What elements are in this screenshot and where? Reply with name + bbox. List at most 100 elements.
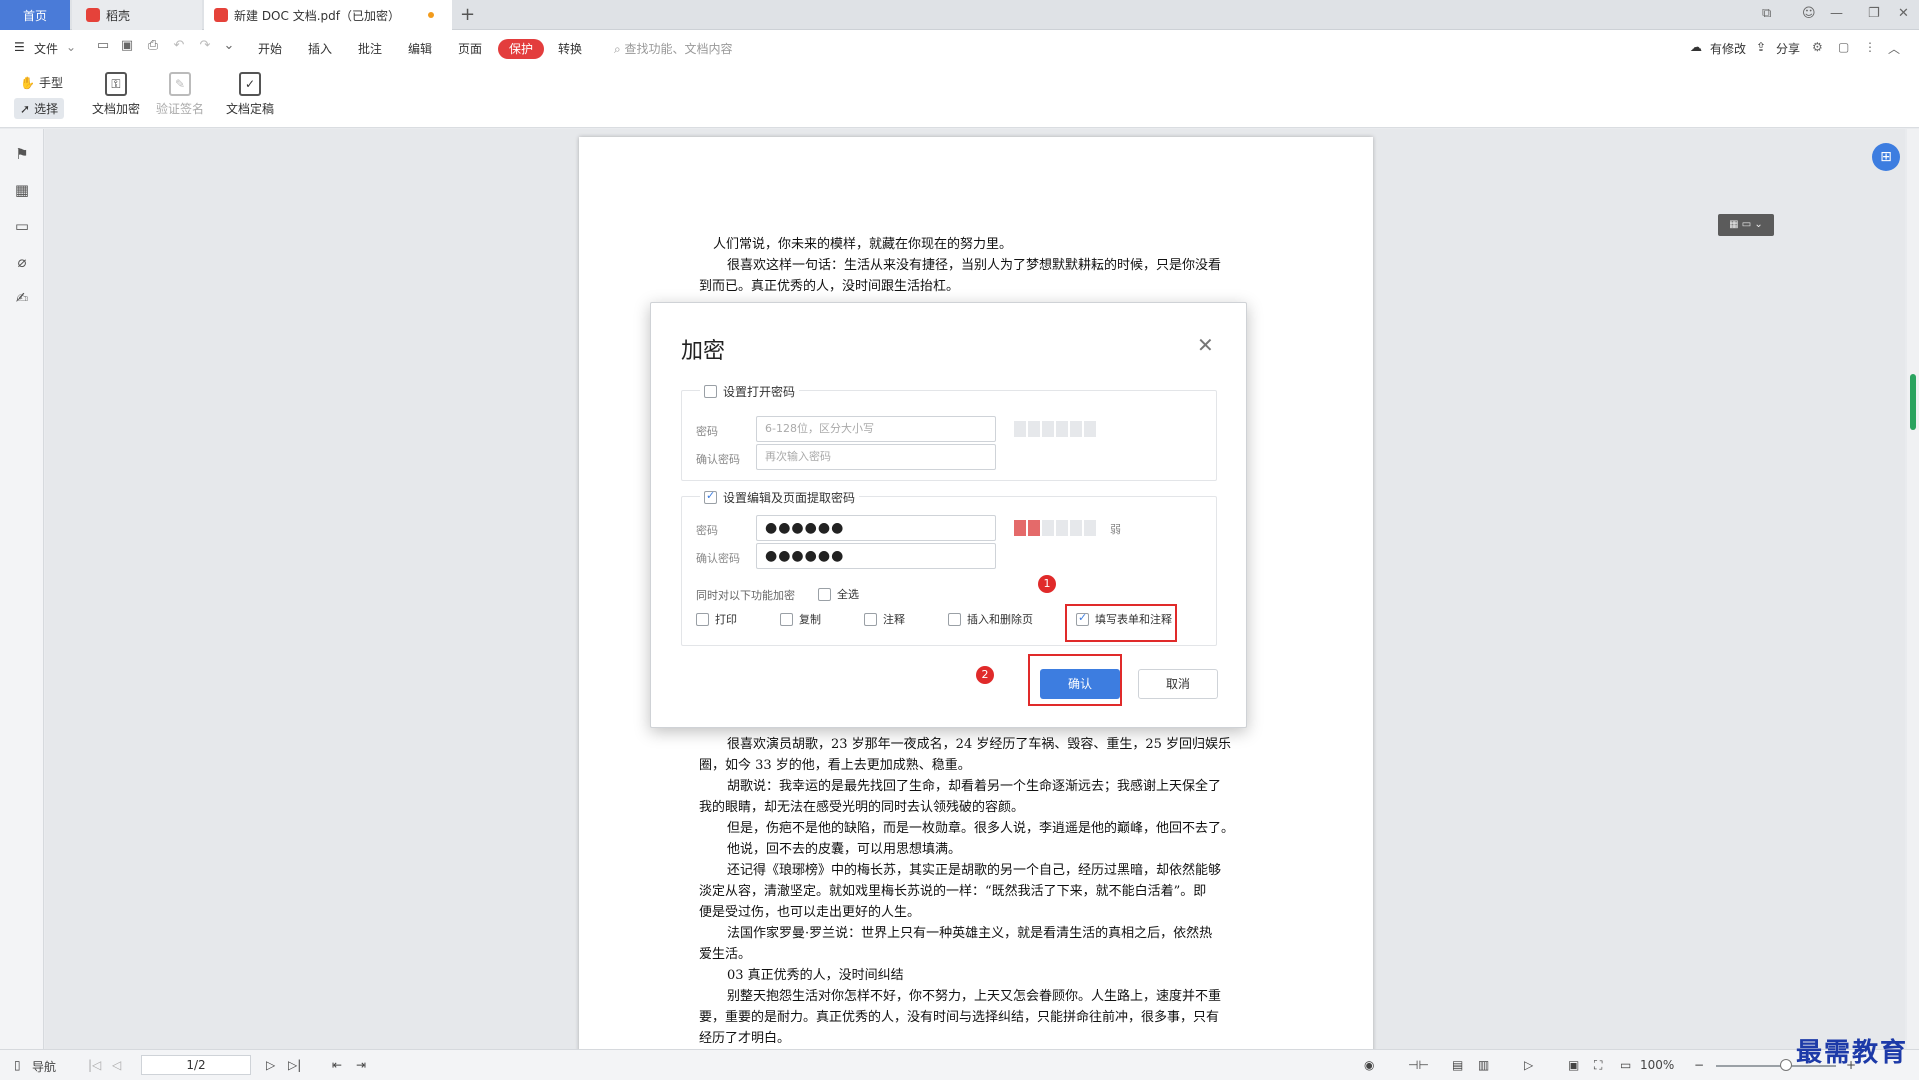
insert-delete-checkbox[interactable] [948, 612, 961, 626]
next-page-icon[interactable]: ▷ [266, 1058, 275, 1072]
open-password-toggle[interactable]: 设置打开密码 [700, 383, 800, 400]
settings-icon[interactable]: ⚙ [1812, 40, 1823, 54]
back-icon[interactable]: ⇤ [332, 1058, 342, 1072]
minimize-icon[interactable]: — [1830, 6, 1843, 21]
actual-size-icon[interactable]: ▣ [1568, 1058, 1579, 1072]
encrypt-document-button[interactable]: ⚿ 文档加密 [86, 72, 146, 117]
share-button[interactable]: 分享 [1776, 40, 1800, 57]
floating-tool-button[interactable]: ⊞ [1872, 143, 1900, 171]
tab-home[interactable]: 首页 [0, 0, 70, 30]
menu-bar: ☰ 文件 ⌄ ▭ ▣ ⎙ ↶ ↷ ⌄ 开始 插入 批注 编辑 页面 保护 转换 … [0, 30, 1919, 66]
tab-protect[interactable]: 保护 [498, 39, 544, 59]
print-icon[interactable]: ⎙ [146, 39, 160, 53]
chevron-down-icon[interactable]: ⌄ [66, 40, 76, 54]
tab-page[interactable]: 页面 [458, 40, 482, 57]
hand-icon: ✋ [20, 75, 35, 90]
tab-insert[interactable]: 插入 [308, 40, 332, 57]
select-label: 选择 [34, 102, 59, 116]
tab-daoke[interactable]: 稻壳 [72, 0, 202, 30]
fit-width-icon[interactable]: ⊣⊢ [1408, 1058, 1429, 1072]
print-checkbox[interactable] [696, 612, 709, 626]
new-tab-button[interactable]: + [460, 4, 475, 25]
copy-checkbox[interactable] [780, 612, 793, 626]
last-page-icon[interactable]: ▷| [288, 1058, 301, 1072]
open-folder-icon[interactable]: ▭ [96, 39, 110, 53]
close-window-icon[interactable]: ✕ [1898, 6, 1909, 21]
vertical-scrollbar[interactable] [1907, 129, 1919, 1049]
save-icon[interactable]: ▣ [120, 39, 134, 53]
undo-icon[interactable]: ↶ [172, 39, 186, 53]
open-password-field[interactable]: 6-128位，区分大小写 [756, 416, 996, 442]
zoom-level[interactable]: 100% [1640, 1058, 1674, 1072]
fit-page-icon[interactable]: ⛶ [1594, 1058, 1602, 1073]
first-page-icon[interactable]: |◁ [88, 1058, 101, 1072]
play-icon[interactable]: ▷ [1524, 1058, 1533, 1072]
tab-edit[interactable]: 编辑 [408, 40, 432, 57]
open-confirm-field[interactable]: 再次输入密码 [756, 444, 996, 470]
forward-icon[interactable]: ⇥ [356, 1058, 366, 1072]
edit-password-checkbox[interactable] [704, 489, 717, 504]
restore-icon[interactable]: ❐ [1868, 6, 1880, 21]
cancel-button[interactable]: 取消 [1138, 669, 1218, 699]
navigation-button[interactable]: 导航 [32, 1058, 56, 1075]
paragraph-line: 他说，回不去的皮囊，可以用思想填满。 [727, 842, 962, 857]
edit-password-field[interactable]: ●●●●●● [756, 515, 996, 541]
close-icon[interactable]: ✕ [1197, 333, 1214, 357]
tab-document[interactable]: 新建 DOC 文档.pdf（已加密） [204, 0, 452, 30]
paragraph-line: 爱生活。 [699, 947, 752, 962]
zoom-icon[interactable]: ▭ [1620, 1058, 1631, 1072]
thumbnail-icon[interactable]: ▦ [13, 181, 31, 199]
paragraph-line: 胡歌说：我幸运的是最先找回了生命，却看着另一个生命逐渐远去；我感谢上天保全了 [727, 779, 1222, 794]
page-number-input[interactable]: 1/2 [141, 1055, 251, 1075]
finalize-document-button[interactable]: ✓ 文档定稿 [220, 72, 280, 117]
redo-icon[interactable]: ↷ [198, 39, 212, 53]
prev-page-icon[interactable]: ◁ [112, 1058, 121, 1072]
edit-confirm-field[interactable]: ●●●●●● [756, 543, 996, 569]
navigation-icon[interactable]: ▯ [14, 1058, 21, 1072]
paragraph-line: 经历了才明白。 [699, 1031, 791, 1046]
bookmark-icon[interactable]: ⚑ [13, 145, 31, 163]
single-page-icon[interactable]: ▤ [1452, 1058, 1463, 1072]
annotate-checkbox[interactable] [864, 612, 877, 626]
option-insert-delete-pages[interactable]: 插入和删除页 [948, 611, 1033, 627]
verify-signature-button[interactable]: ✎ 验证签名 [150, 72, 210, 117]
comment-icon[interactable]: ▭ [13, 217, 31, 235]
tab-comment[interactable]: 批注 [358, 40, 382, 57]
paragraph-line: 还记得《琅琊榜》中的梅长苏，其实正是胡歌的另一个自己，经历过黑暗，却依然能够 [727, 863, 1222, 878]
edit-password-toggle[interactable]: 设置编辑及页面提取密码 [700, 489, 860, 506]
signature-icon[interactable]: ✍ [13, 289, 31, 307]
hand-tool-button[interactable]: ✋ 手型 [14, 72, 69, 93]
paragraph-line: 淡定从容，清澈坚定。就如戏里梅长苏说的一样：“既然我活了下来，就不能白活着”。即 [699, 884, 1207, 899]
option-print[interactable]: 打印 [696, 611, 737, 627]
more-chevron-icon[interactable]: ⌄ [222, 39, 236, 53]
search-input[interactable]: ⌕ 查找功能、文档内容 [614, 40, 733, 57]
more-icon[interactable]: ⋮ [1864, 40, 1876, 54]
avatar[interactable]: ☺ [1802, 6, 1816, 21]
paragraph-line: 到而已。真正优秀的人，没时间跟生活抬杠。 [699, 279, 960, 294]
select-all-checkbox[interactable] [818, 587, 831, 601]
message-icon[interactable]: ▢ [1838, 40, 1849, 54]
double-page-icon[interactable]: ▥ [1478, 1058, 1489, 1072]
paragraph-line: 很喜欢演员胡歌，23 岁那年一夜成名，24 岁经历了车祸、毁容、重生，25 岁回… [727, 737, 1232, 752]
scrollbar-thumb[interactable] [1910, 374, 1916, 430]
eye-protect-icon[interactable]: ◉ [1364, 1058, 1374, 1072]
option-copy[interactable]: 复制 [780, 611, 821, 627]
select-tool-button[interactable]: ➚ 选择 [14, 98, 65, 119]
tab-convert[interactable]: 转换 [558, 40, 582, 57]
open-password-checkbox[interactable] [704, 385, 717, 398]
select-all-option[interactable]: 全选 [818, 586, 859, 602]
menu-icon[interactable]: ☰ [14, 40, 25, 54]
collapse-ribbon-icon[interactable]: ︿ [1888, 40, 1900, 57]
open-password-strength [1014, 421, 1096, 437]
open-password-label: 设置打开密码 [723, 385, 796, 399]
zoom-slider-handle[interactable] [1780, 1059, 1792, 1071]
attachment-icon[interactable]: ⌀ [13, 253, 31, 271]
zoom-out-icon[interactable]: − [1694, 1058, 1704, 1072]
option-annotate[interactable]: 注释 [864, 611, 905, 627]
layout-icon[interactable]: ⧉ [1762, 6, 1771, 21]
keyboard-widget-icon[interactable]: ▦ ▭ ⌄ [1718, 214, 1774, 236]
open-confirm-placeholder: 再次输入密码 [765, 450, 831, 463]
modified-button[interactable]: 有修改 [1710, 40, 1746, 57]
tab-start[interactable]: 开始 [258, 40, 282, 57]
menu-file[interactable]: 文件 [34, 40, 58, 57]
